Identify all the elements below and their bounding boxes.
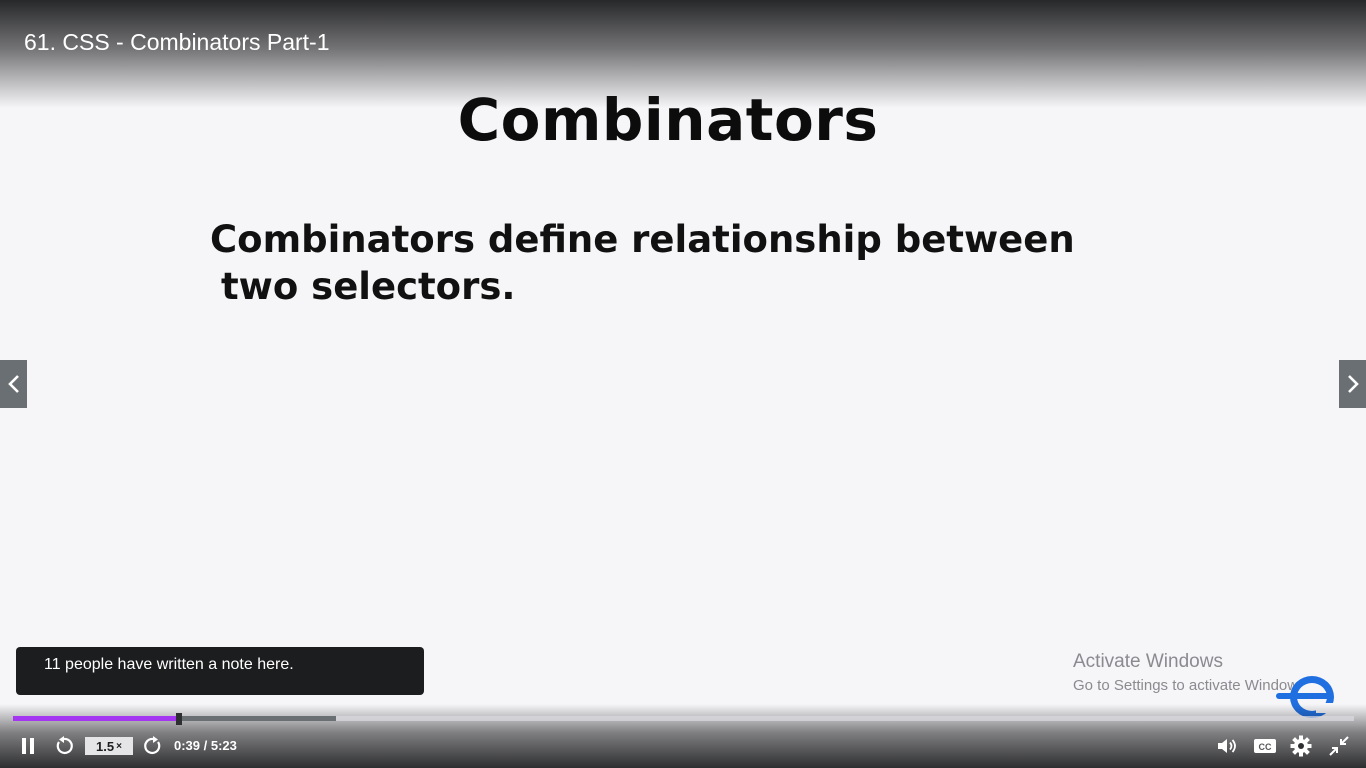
controls-gradient <box>0 704 1366 768</box>
watermark-line-1: Activate Windows <box>1073 651 1223 672</box>
activate-windows-watermark: Activate Windows Go to Settings to activ… <box>1073 651 1310 694</box>
settings-icon <box>1290 735 1312 757</box>
notes-popup-text: 11 people have written a note here. <box>44 656 294 673</box>
pause-button[interactable] <box>16 734 40 758</box>
slide-body-line-2: two selectors. <box>221 265 516 308</box>
progress-bar[interactable] <box>13 713 1354 725</box>
next-lecture-button[interactable] <box>1339 360 1366 408</box>
progress-played <box>13 716 180 721</box>
playback-speed-button[interactable]: 1.5 × <box>85 737 133 755</box>
captions-icon: CC <box>1254 739 1276 753</box>
forward-5s-button[interactable] <box>141 734 165 758</box>
playback-speed-value: 1.5 <box>96 738 115 754</box>
rewind-icon <box>56 736 73 755</box>
playback-speed-suffix: × <box>116 740 122 752</box>
svg-text:CC: CC <box>1259 742 1272 752</box>
slide-body-line-1: Combinators define relationship between <box>210 218 1075 261</box>
progress-handle[interactable] <box>176 713 183 725</box>
volume-icon <box>1218 739 1236 753</box>
rewind-5s-button[interactable] <box>52 734 76 758</box>
exit-fullscreen-button[interactable] <box>1327 734 1351 758</box>
video-title: 61. CSS - Combinators Part-1 <box>24 29 330 55</box>
watermark-line-2: Go to Settings to activate Windows. <box>1073 677 1310 694</box>
chevron-left-icon <box>7 375 19 393</box>
exit-fullscreen-icon <box>1329 736 1349 756</box>
previous-lecture-button[interactable] <box>0 360 27 408</box>
pause-icon <box>22 738 34 754</box>
notes-popup[interactable]: 11 people have written a note here. <box>16 647 424 695</box>
volume-button[interactable] <box>1216 734 1240 758</box>
forward-icon <box>144 736 161 755</box>
time-display: 0:39 / 5:23 <box>174 738 237 753</box>
captions-button[interactable]: CC <box>1252 734 1278 758</box>
slide-body: Combinators define relationship between … <box>210 216 1170 310</box>
settings-button[interactable] <box>1289 734 1313 758</box>
chevron-right-icon <box>1347 375 1359 393</box>
